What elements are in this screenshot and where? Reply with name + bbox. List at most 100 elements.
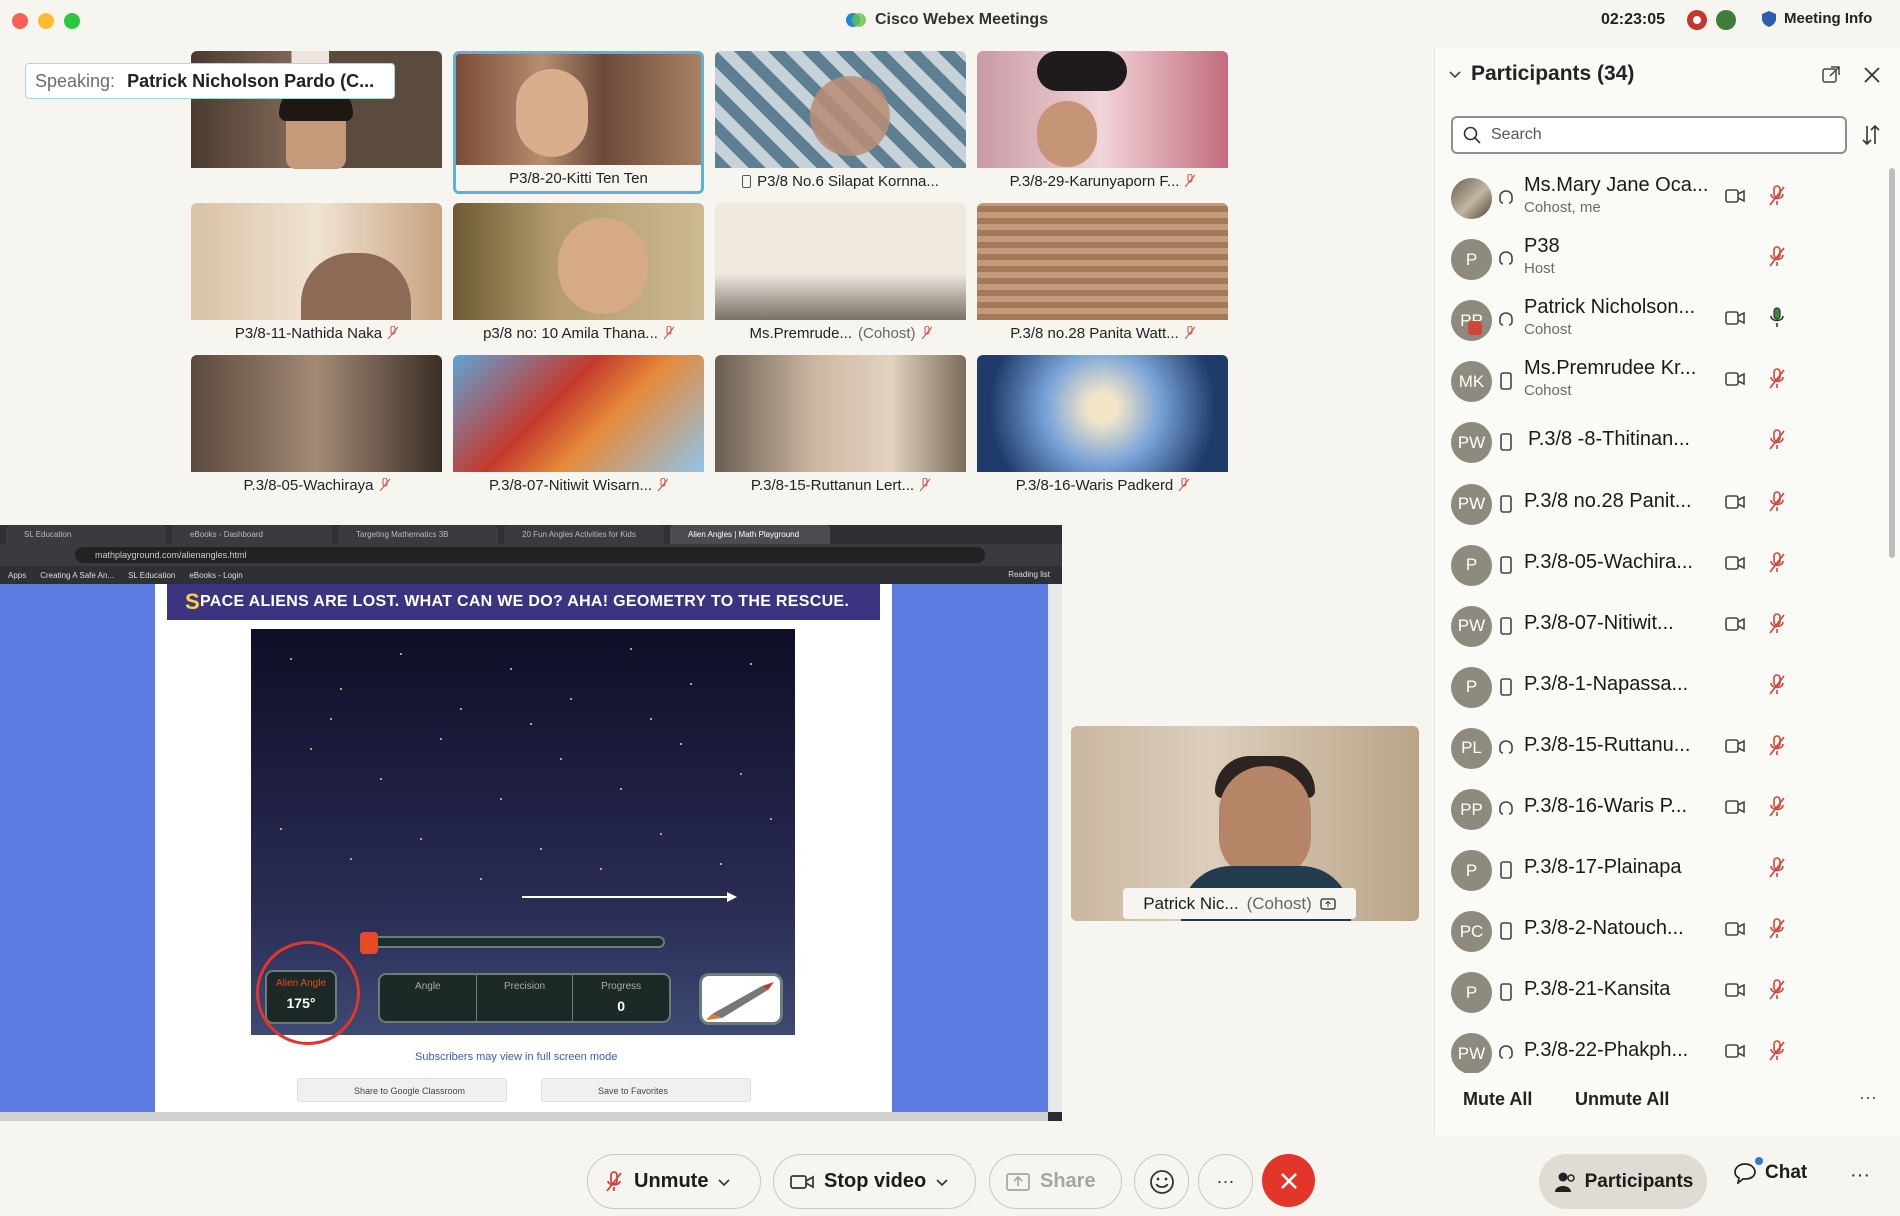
participant-row[interactable]: PW P.3/8-07-Nitiwit... bbox=[1435, 596, 1900, 657]
sort-icon[interactable] bbox=[1860, 123, 1882, 147]
reactions-button[interactable] bbox=[1134, 1154, 1189, 1209]
chat-button[interactable]: Chat bbox=[1733, 1162, 1807, 1184]
microphone-icon[interactable] bbox=[1769, 307, 1785, 329]
browser-tab-active[interactable]: Alien Angles | Math Playground bbox=[670, 525, 830, 544]
participant-row[interactable]: PP P.3/8-16-Waris P... bbox=[1435, 779, 1900, 840]
pop-out-icon[interactable] bbox=[1822, 66, 1840, 84]
participant-row[interactable]: P P.3/8-17-Plainapa bbox=[1435, 840, 1900, 901]
recording-icon[interactable] bbox=[1687, 10, 1707, 30]
video-camera-icon[interactable] bbox=[1725, 555, 1745, 571]
participant-row[interactable]: P P.3/8-21-Kansita bbox=[1435, 962, 1900, 1023]
page-scrollbar[interactable] bbox=[1048, 584, 1062, 1112]
muted-mic-icon[interactable] bbox=[1769, 368, 1785, 390]
muted-mic-icon[interactable] bbox=[1769, 246, 1785, 268]
video-tile-selected[interactable]: P3/8-20-Kitti Ten Ten bbox=[453, 51, 704, 194]
more-options-button[interactable]: ··· bbox=[1198, 1154, 1253, 1209]
shared-screen[interactable]: SL Education eBooks - Dashboard Targetin… bbox=[0, 525, 1062, 1121]
angle-slider[interactable] bbox=[360, 932, 665, 954]
video-tile[interactable]: P.3/8-16-Waris Padkerd bbox=[977, 355, 1228, 498]
participant-row[interactable]: MK Ms.Premrudee Kr... Cohost bbox=[1435, 351, 1900, 412]
video-tile[interactable]: p3/8 no: 10 Amila Thana... bbox=[453, 203, 704, 346]
meeting-info-button[interactable]: Meeting Info bbox=[1762, 10, 1872, 27]
browser-tab[interactable]: SL Education bbox=[6, 525, 166, 544]
stop-video-button[interactable]: Stop video bbox=[773, 1154, 976, 1209]
unmute-button[interactable]: Unmute bbox=[587, 1154, 761, 1209]
muted-mic-icon[interactable] bbox=[1769, 490, 1785, 513]
close-window-button[interactable] bbox=[12, 13, 28, 29]
launch-rocket-button[interactable] bbox=[699, 973, 783, 1025]
active-speaker-video[interactable]: Patrick Nic... (Cohost) bbox=[1071, 726, 1419, 921]
video-tile[interactable]: P.3/8-07-Nitiwit Wisarn... bbox=[453, 355, 704, 498]
list-scrollbar[interactable] bbox=[1889, 168, 1895, 558]
video-tile[interactable]: P.3/8-29-Karunyaporn F... bbox=[977, 51, 1228, 194]
video-camera-icon[interactable] bbox=[1725, 1043, 1745, 1059]
reading-list-button[interactable]: Reading list bbox=[1008, 566, 1050, 584]
muted-mic-icon[interactable] bbox=[1769, 735, 1785, 757]
video-tile[interactable]: P.3/8-05-Wachiraya bbox=[191, 355, 442, 498]
leave-meeting-button[interactable] bbox=[1262, 1154, 1315, 1207]
muted-mic-icon[interactable] bbox=[1769, 612, 1785, 635]
more-options-icon[interactable]: ··· bbox=[1850, 1164, 1870, 1187]
participant-row[interactable]: PL P.3/8-15-Ruttanu... bbox=[1435, 718, 1900, 779]
zoom-window-button[interactable] bbox=[64, 13, 80, 29]
video-camera-icon[interactable] bbox=[1725, 799, 1745, 815]
bookmark-item[interactable]: Creating A Safe An... bbox=[40, 571, 114, 580]
search-input[interactable] bbox=[1491, 126, 1831, 144]
video-camera-icon[interactable] bbox=[1725, 494, 1745, 510]
bookmark-item[interactable]: Apps bbox=[8, 571, 26, 580]
minimize-window-button[interactable] bbox=[38, 13, 54, 29]
mute-all-button[interactable]: Mute All bbox=[1463, 1089, 1532, 1110]
video-tile[interactable]: P3/8-11-Nathida Naka bbox=[191, 203, 442, 346]
participant-row[interactable]: P P38 Host bbox=[1435, 229, 1900, 290]
muted-mic-icon[interactable] bbox=[1769, 429, 1785, 451]
video-camera-icon[interactable] bbox=[1725, 188, 1745, 204]
horizontal-scrollbar[interactable] bbox=[0, 1112, 1048, 1121]
participant-row[interactable]: P P.3/8-1-Napassa... bbox=[1435, 657, 1900, 718]
browser-tab[interactable]: eBooks - Dashboard bbox=[172, 525, 332, 544]
save-favorites-button[interactable]: Save to Favorites bbox=[541, 1078, 751, 1102]
muted-mic-icon[interactable] bbox=[1769, 185, 1785, 207]
fullscreen-note[interactable]: Subscribers may view in full screen mode bbox=[415, 1051, 617, 1063]
video-tile[interactable]: Ms.Premrude... (Cohost) bbox=[715, 203, 966, 346]
video-tile[interactable]: P3/8 No.6 Silapat Kornna... bbox=[715, 51, 966, 194]
muted-mic-icon[interactable] bbox=[1769, 918, 1785, 940]
unmute-all-button[interactable]: Unmute All bbox=[1575, 1089, 1669, 1110]
muted-mic-icon[interactable] bbox=[1769, 979, 1785, 1001]
participant-row[interactable]: PW P.3/8 -8-Thitinan... bbox=[1435, 412, 1900, 473]
network-health-icon[interactable] bbox=[1716, 10, 1736, 30]
participant-row[interactable]: PC P.3/8-2-Natouch... bbox=[1435, 901, 1900, 962]
browser-tab[interactable]: 20 Fun Angles Activities for Kids bbox=[504, 525, 664, 544]
participant-search[interactable] bbox=[1451, 116, 1847, 154]
video-camera-icon[interactable] bbox=[1725, 982, 1745, 998]
participant-row[interactable]: Ms.Mary Jane Oca... Cohost, me bbox=[1435, 168, 1900, 229]
video-camera-icon[interactable] bbox=[1725, 921, 1745, 937]
video-camera-icon[interactable] bbox=[1725, 738, 1745, 754]
muted-mic-icon[interactable] bbox=[1769, 796, 1785, 818]
chevron-down-icon[interactable] bbox=[1449, 68, 1461, 80]
video-camera-icon[interactable] bbox=[1725, 371, 1745, 387]
participants-header[interactable]: Participants (34) bbox=[1449, 62, 1634, 86]
share-classroom-button[interactable]: Share to Google Classroom bbox=[297, 1078, 507, 1102]
muted-mic-icon[interactable] bbox=[1769, 673, 1785, 696]
participant-row[interactable]: P P.3/8-05-Wachira... bbox=[1435, 535, 1900, 596]
more-options-icon[interactable]: ··· bbox=[1859, 1087, 1877, 1108]
muted-mic-icon[interactable] bbox=[1769, 551, 1785, 574]
bookmark-item[interactable]: SL Education bbox=[128, 571, 175, 580]
slider-handle[interactable] bbox=[360, 932, 378, 954]
share-button[interactable]: Share bbox=[989, 1154, 1122, 1209]
chevron-down-icon[interactable] bbox=[936, 1176, 948, 1188]
game-canvas[interactable]: Alien Angle 175° Angle Precision Progres… bbox=[246, 629, 795, 1055]
video-camera-icon[interactable] bbox=[1725, 310, 1745, 326]
bookmark-item[interactable]: eBooks - Login bbox=[189, 571, 242, 580]
participant-row[interactable]: PW P.3/8 no.28 Panit... bbox=[1435, 474, 1900, 535]
muted-mic-icon[interactable] bbox=[1769, 1040, 1785, 1062]
chevron-down-icon[interactable] bbox=[718, 1176, 731, 1188]
muted-mic-icon[interactable] bbox=[1769, 857, 1785, 879]
participant-row[interactable]: PP Patrick Nicholson... Cohost bbox=[1435, 290, 1900, 351]
video-tile[interactable]: P.3/8-15-Ruttanun Lert... bbox=[715, 355, 966, 498]
participants-button[interactable]: Participants bbox=[1539, 1154, 1707, 1209]
video-camera-icon[interactable] bbox=[1725, 616, 1745, 632]
browser-tab[interactable]: Targeting Mathematics 3B bbox=[338, 525, 498, 544]
participant-row[interactable]: PW P.3/8-22-Phakph... bbox=[1435, 1023, 1900, 1073]
close-icon[interactable] bbox=[1863, 66, 1881, 84]
